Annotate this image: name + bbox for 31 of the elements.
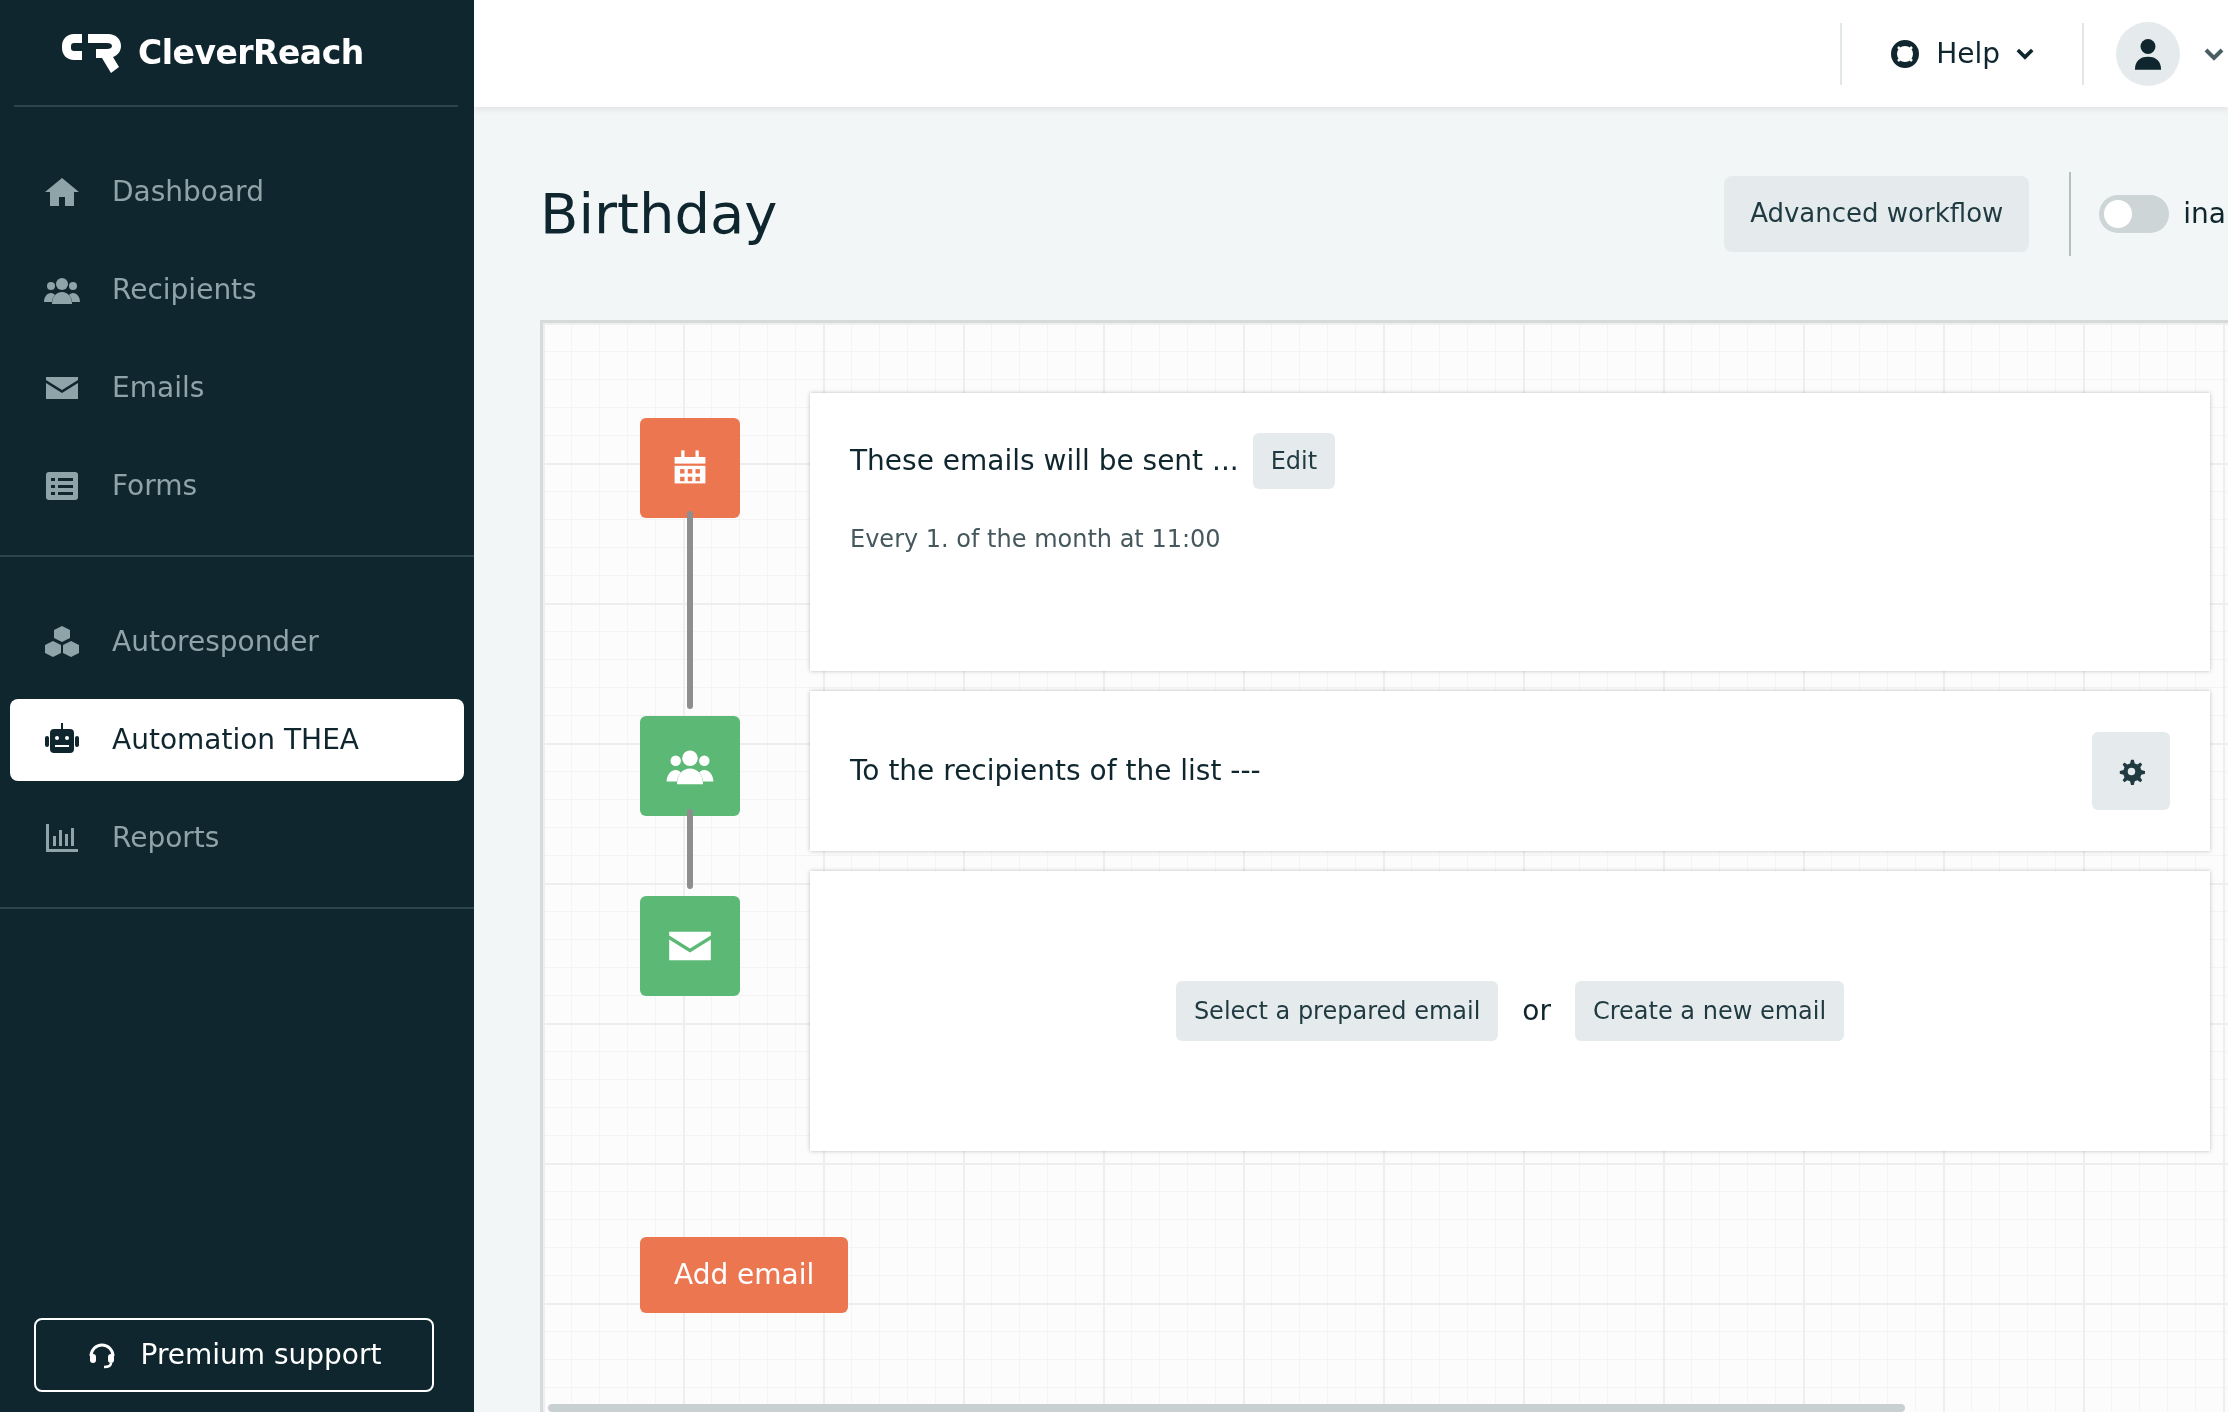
toggle-label: ina <box>2183 195 2226 232</box>
step-title: To the recipients of the list --- <box>850 753 1261 789</box>
advanced-workflow-button[interactable]: Advanced workflow <box>1724 175 2030 252</box>
sidebar-item[interactable]: Recipients <box>10 249 464 331</box>
schedule-text: Every 1. of the month at 11:00 <box>850 524 1222 555</box>
sidebar-item[interactable]: Autoresponder <box>10 601 464 683</box>
logo-text: CleverReach <box>138 31 364 74</box>
separator-text: or <box>1522 993 1551 1029</box>
help-menu-button[interactable]: Help <box>1842 32 2082 75</box>
sidebar-item[interactable]: Automation THEA <box>10 699 464 781</box>
sidebar-item[interactable]: Reports <box>10 797 464 879</box>
select-email-button[interactable]: Select a prepared email <box>1175 981 1499 1041</box>
chevron-down-icon[interactable] <box>2204 46 2224 61</box>
premium-support-button[interactable]: Premium support <box>34 1318 434 1392</box>
lifebuoy-icon <box>1890 38 1921 69</box>
step-node[interactable] <box>640 716 740 816</box>
create-email-button[interactable]: Create a new email <box>1575 981 1845 1041</box>
step-node[interactable] <box>640 896 740 996</box>
sidebar-item[interactable]: Dashboard <box>10 151 464 233</box>
chevron-down-icon <box>2016 47 2034 60</box>
user-icon <box>2134 37 2162 70</box>
page-title: Birthday <box>540 179 779 248</box>
step-node[interactable] <box>640 418 740 518</box>
sidebar-item[interactable]: Emails <box>10 347 464 429</box>
settings-icon <box>2117 757 2145 785</box>
sidebar-item[interactable]: Forms <box>10 445 464 527</box>
step-title: These emails will be sent ... <box>850 443 1239 479</box>
toggle-switch[interactable] <box>2099 194 2170 233</box>
edit-button[interactable]: Edit <box>1252 433 1336 489</box>
settings-button[interactable] <box>2092 732 2170 810</box>
scrollbar-thumb[interactable] <box>548 1404 1905 1412</box>
